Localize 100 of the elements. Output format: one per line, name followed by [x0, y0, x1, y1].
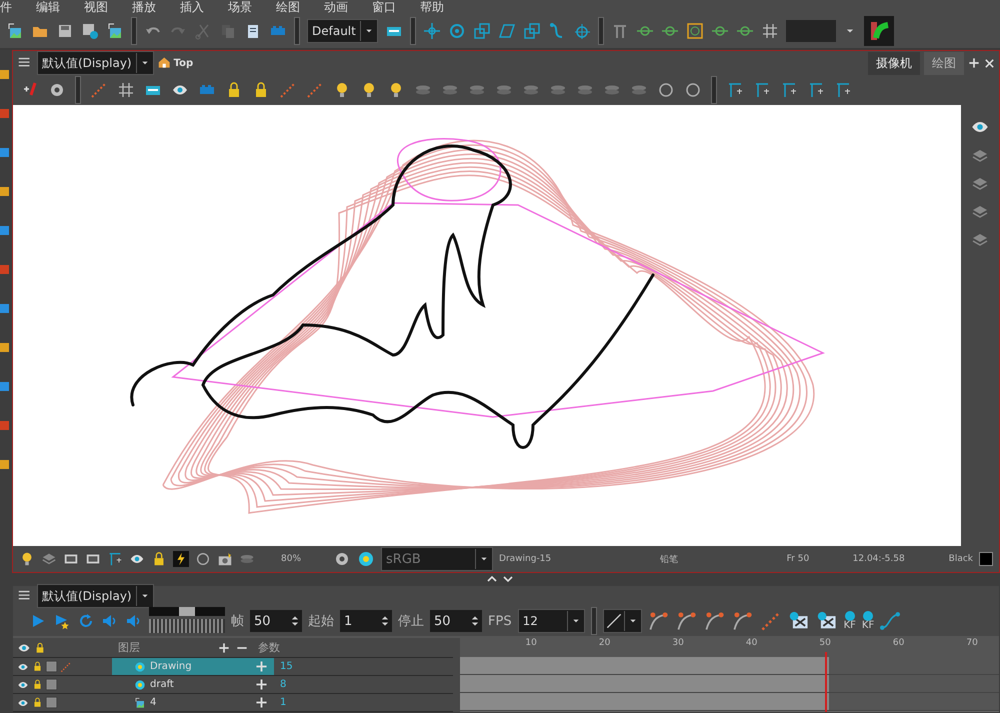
- close-icon[interactable]: [984, 58, 995, 68]
- exposure-track[interactable]: [460, 657, 999, 675]
- scale-icon[interactable]: [472, 22, 491, 40]
- add-view-icon[interactable]: [968, 57, 980, 69]
- export-image-icon[interactable]: [106, 22, 124, 40]
- peg-view-icon[interactable]: [726, 81, 744, 99]
- menu-item[interactable]: 场景: [228, 0, 252, 14]
- dotted-line-icon[interactable]: [279, 81, 297, 99]
- toolbar-handle[interactable]: [410, 17, 416, 45]
- ring-icon[interactable]: [684, 81, 702, 99]
- play-selection-icon[interactable]: [53, 612, 71, 630]
- dotted-line-icon[interactable]: [306, 81, 324, 99]
- frame-label: 70: [966, 638, 978, 648]
- camera-icon[interactable]: [217, 551, 233, 567]
- toolbar-handle[interactable]: [75, 76, 81, 104]
- toolbar-handle[interactable]: [131, 17, 137, 45]
- curve-icon[interactable]: [732, 610, 754, 632]
- save-as-icon[interactable]: [81, 22, 99, 40]
- peg-add-icon[interactable]: [834, 81, 852, 99]
- lock-icon[interactable]: [34, 642, 46, 654]
- color-icon[interactable]: [357, 550, 376, 568]
- drawing-name: Drawing-15: [499, 554, 552, 564]
- menu-item[interactable]: 绘图: [276, 0, 300, 14]
- menu-item[interactable]: 帮助: [420, 0, 444, 14]
- layer-parameter: 15: [279, 661, 294, 672]
- save-icon[interactable]: [56, 22, 74, 40]
- menu-item[interactable]: 视图: [84, 0, 108, 14]
- add-icon[interactable]: [255, 696, 268, 709]
- remove-keyframe-button[interactable]: KF: [862, 611, 874, 631]
- add-keyframe-button[interactable]: KF: [844, 611, 856, 631]
- menu-item[interactable]: 件: [0, 0, 12, 14]
- speed-slider[interactable]: [149, 607, 225, 635]
- menu-item[interactable]: 动画: [324, 0, 348, 14]
- color-name: Black: [948, 554, 973, 564]
- ease-out-icon[interactable]: [704, 610, 726, 632]
- peg-add-icon[interactable]: [807, 81, 825, 99]
- menu-item[interactable]: 窗口: [372, 0, 396, 14]
- number-field[interactable]: 50: [250, 610, 302, 632]
- menu-item[interactable]: 编辑: [36, 0, 60, 14]
- toolbar-handle[interactable]: [711, 76, 717, 104]
- toolbar-handle[interactable]: [598, 17, 604, 45]
- layer-color-swatch[interactable]: [46, 661, 57, 672]
- settings-icon[interactable]: [48, 81, 66, 99]
- peg-delete-icon[interactable]: [780, 81, 798, 99]
- color-space-dropdown[interactable]: sRGB: [381, 547, 494, 571]
- view-tab[interactable]: 绘图: [924, 52, 964, 74]
- layers-icon[interactable]: [41, 551, 57, 567]
- move-icon[interactable]: [422, 22, 441, 40]
- frame-number: Fr 50: [786, 554, 810, 564]
- breadcrumb-top[interactable]: Top: [158, 56, 194, 70]
- pivot-icon[interactable]: [572, 22, 591, 40]
- field-label: 帧: [231, 613, 244, 630]
- layer-name[interactable]: 4: [112, 694, 274, 711]
- field-label: 起始: [308, 613, 334, 630]
- layer-color-swatch[interactable]: [46, 679, 57, 690]
- peg-view-icon[interactable]: [107, 551, 123, 567]
- add-icon[interactable]: [255, 660, 268, 673]
- tool-name: 铅笔: [658, 554, 679, 566]
- field-label: 停止: [398, 613, 424, 630]
- frame-label: 60: [892, 638, 904, 648]
- lock-icon[interactable]: [32, 661, 43, 672]
- lock-icon[interactable]: [32, 679, 43, 690]
- number-field[interactable]: 50: [430, 610, 482, 632]
- layer-color-swatch[interactable]: [46, 697, 57, 708]
- color-swatch[interactable]: [979, 552, 993, 566]
- frame-label: 10: [525, 638, 537, 648]
- add-icon[interactable]: [255, 678, 268, 691]
- view-tab[interactable]: 摄像机: [868, 52, 920, 74]
- color-field[interactable]: [786, 20, 836, 42]
- transform-icon[interactable]: [522, 22, 541, 40]
- frame-label: 40: [746, 638, 758, 648]
- path-icon[interactable]: [880, 611, 900, 631]
- add-layer-icon[interactable]: [218, 642, 230, 654]
- exposure-track[interactable]: [460, 693, 999, 711]
- toolbar-handle[interactable]: [590, 607, 597, 635]
- selected-peg-icon[interactable]: [686, 22, 704, 40]
- menu-item[interactable]: 播放: [132, 0, 156, 14]
- grid-icon[interactable]: [760, 22, 779, 40]
- toolbar-handle[interactable]: [294, 17, 300, 45]
- display-dropdown[interactable]: 默认值(Display): [37, 584, 154, 608]
- zoom-level[interactable]: 80%: [281, 554, 302, 564]
- fps-dropdown[interactable]: 12: [518, 609, 585, 633]
- bolt-icon[interactable]: [173, 551, 189, 567]
- loop-icon[interactable]: [77, 612, 95, 630]
- ease-in-icon[interactable]: [676, 610, 698, 632]
- layer-name[interactable]: draft: [112, 676, 274, 693]
- playhead[interactable]: [825, 652, 828, 712]
- number-field[interactable]: 1: [340, 610, 392, 632]
- display-dropdown[interactable]: 默认值(Display): [37, 51, 154, 75]
- skew-icon[interactable]: [498, 22, 516, 40]
- exposure-track[interactable]: [460, 675, 999, 693]
- lock-icon[interactable]: [32, 697, 43, 708]
- line-style-dropdown[interactable]: [602, 609, 642, 633]
- curve-icon[interactable]: [648, 610, 670, 632]
- menu-item[interactable]: 插入: [180, 0, 204, 14]
- grid-icon[interactable]: [117, 81, 135, 99]
- peg-lock-icon[interactable]: [753, 81, 771, 99]
- preset-dropdown[interactable]: Default: [307, 19, 378, 43]
- ring-icon[interactable]: [657, 81, 675, 99]
- coordinates: 12.04:-5.58: [852, 554, 906, 564]
